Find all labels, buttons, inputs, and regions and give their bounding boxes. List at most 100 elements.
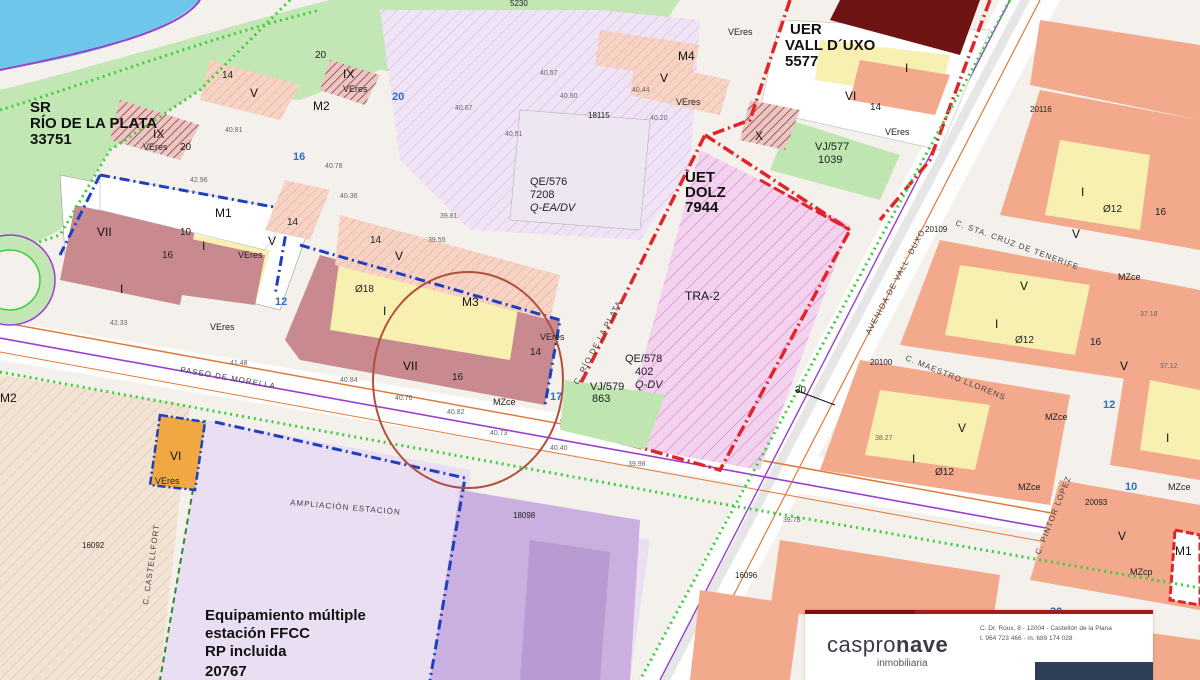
block-vi-2: VI	[170, 449, 181, 463]
block-v-4: V	[660, 71, 668, 85]
branding-box: caspronave inmobiliaria C. Dr. Roux, 8 -…	[805, 610, 1153, 680]
uer-name: VALL D´UXO	[785, 37, 876, 54]
h20-b: 20	[315, 50, 327, 61]
uer-label: UER	[790, 21, 822, 38]
equip-code: 20767	[205, 663, 247, 680]
block-i-right4: I	[1166, 431, 1169, 445]
block-i-left2: I	[202, 239, 205, 253]
elev: 39.78	[783, 517, 801, 524]
o12-2: Ø12	[1015, 335, 1034, 346]
elev: 41.48	[230, 360, 248, 367]
equip-line2: estación FFCC	[205, 625, 310, 642]
branding-accent-bar	[805, 610, 915, 614]
h14-b: 14	[370, 235, 382, 246]
block-m1-right: M1	[1175, 544, 1192, 558]
elev: 42.96	[190, 177, 208, 184]
uer-code: 5577	[785, 53, 818, 70]
o18: Ø18	[355, 284, 374, 295]
h16-d: 16	[1090, 337, 1102, 348]
h12-b: 12	[1103, 399, 1115, 411]
h14-e: 14	[870, 102, 882, 113]
mzce-4: MZce	[1018, 482, 1041, 492]
elev: 42.33	[110, 320, 128, 327]
h14-d: 14	[530, 347, 542, 358]
brand-subtitle: inmobiliaria	[877, 658, 928, 669]
uet-code: 7944	[685, 199, 719, 216]
mzcp: MZcp	[1130, 567, 1153, 577]
elev: 40.20	[650, 115, 668, 122]
equip-line1: Equipamiento múltiple	[205, 607, 366, 624]
h30: 30	[795, 385, 807, 396]
h10-blue: 10	[1125, 481, 1137, 493]
parcel-18098: 18098	[513, 511, 536, 520]
block-ix-1: IX	[343, 67, 354, 81]
block-i-right2: I	[995, 317, 998, 331]
elev: 38.27	[875, 435, 893, 442]
elev: 40.60	[560, 93, 578, 100]
elev: 37.12	[1160, 363, 1178, 370]
veres-1: VEres	[238, 250, 263, 260]
block-v-8: V	[1118, 529, 1126, 543]
h16-c: 16	[1155, 207, 1167, 218]
mzce-1: MZce	[493, 397, 516, 407]
veres-8: VEres	[885, 127, 910, 137]
h14-a: 14	[287, 217, 299, 228]
h17: 17	[550, 391, 562, 403]
h20-blue: 20	[392, 91, 404, 103]
elev: 40.76	[395, 395, 413, 402]
elev: 39.98	[628, 461, 646, 468]
elev: 37.18	[1140, 311, 1158, 318]
block-v-1: V	[250, 86, 258, 100]
block-m3: M3	[462, 295, 479, 309]
vj1-num: 1039	[818, 154, 842, 166]
qe2-code: QE/578	[625, 353, 662, 365]
elev: 40.67	[455, 105, 473, 112]
veres-9: VEres	[155, 476, 180, 486]
tra-label: TRA-2	[685, 289, 720, 303]
sr-name: RÍO DE LA PLATA	[30, 115, 157, 132]
qe2-num: 402	[635, 366, 653, 378]
veres-5: VEres	[540, 332, 565, 342]
elev: 40.36	[340, 193, 358, 200]
parcel-16096: 16096	[735, 571, 758, 580]
branding-dark-panel	[1035, 662, 1153, 680]
h12-a: 12	[275, 296, 287, 308]
brand-contact: C. Dr. Roux, 8 - 12004 - Castellón de la…	[980, 624, 1150, 644]
block-m4: M4	[678, 49, 695, 63]
block-m1: M1	[215, 206, 232, 220]
parcel-16092: 16092	[82, 541, 105, 550]
h10: 10	[180, 227, 192, 238]
elev: 40.51	[505, 131, 523, 138]
h14-c: 14	[222, 70, 234, 81]
veres-3: VEres	[343, 84, 368, 94]
sr-label: SR	[30, 99, 51, 116]
block-v-3: V	[395, 249, 403, 263]
block-vii-m3: VII	[403, 359, 418, 373]
block-i-m3: I	[383, 304, 386, 318]
o12-1: Ø12	[1103, 204, 1122, 215]
o12-3: Ø12	[935, 467, 954, 478]
vj1-code: VJ/577	[815, 141, 849, 153]
block-i-left: I	[120, 282, 123, 296]
elev: 40.78	[325, 163, 343, 170]
brand-phone: t. 964 723 466 - m. 689 174 028	[980, 635, 1073, 642]
brand-light: caspro	[827, 632, 897, 657]
block-v-9: V	[1120, 359, 1128, 373]
block-v-7: V	[958, 421, 966, 435]
block-ix-2: IX	[153, 127, 164, 141]
parcel-20093: 20093	[1085, 498, 1108, 507]
block-m2: M2	[313, 99, 330, 113]
h16-b: 16	[452, 372, 464, 383]
parcel-20100: 20100	[870, 358, 893, 367]
block-vii-left: VII	[97, 225, 112, 239]
urban-plan-map[interactable]: SR RÍO DE LA PLATA 33751 UER VALL D´UXO …	[0, 0, 1200, 680]
elev: 39.81	[440, 213, 458, 220]
parcel-20109: 20109	[925, 225, 948, 234]
qe1-code: QE/576	[530, 176, 567, 188]
elev: 40.44	[632, 87, 650, 94]
qe1-num: 7208	[530, 189, 554, 201]
veres-2: VEres	[210, 322, 235, 332]
elev: 40.57	[540, 70, 558, 77]
mzce-5: MZce	[1168, 482, 1191, 492]
block-v-2: V	[268, 234, 276, 248]
